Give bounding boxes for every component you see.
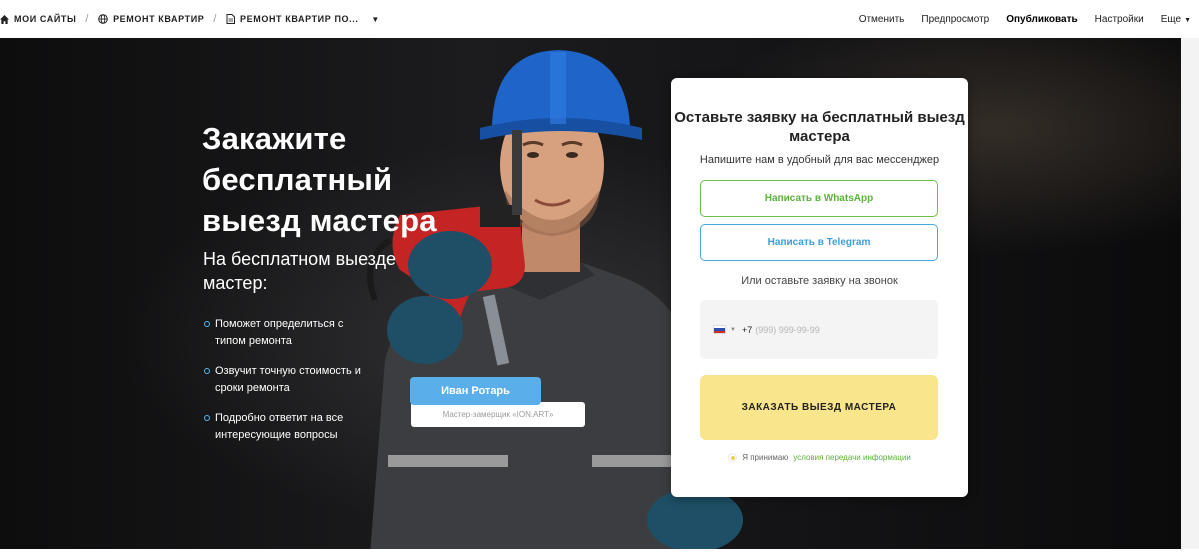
home-icon [0, 14, 9, 24]
list-item: Озвучит точную стоимость и сроки ремонта [204, 363, 374, 397]
breadcrumb-separator: / [213, 13, 218, 25]
breadcrumb-item-my-sites[interactable]: МОИ САЙТЫ [0, 14, 76, 24]
breadcrumb-separator: / [85, 13, 90, 25]
page-icon [226, 14, 236, 24]
chevron-down-icon[interactable]: ▼ [730, 327, 736, 333]
editor-actions: Отменить Предпросмотр Опубликовать Настр… [859, 14, 1191, 25]
globe-icon [98, 14, 108, 24]
breadcrumb-label: МОИ САЙТЫ [14, 14, 77, 24]
consent-text: Я принимаю [742, 453, 789, 462]
bullet-icon [204, 415, 210, 421]
editor-topbar: МОИ САЙТЫ / РЕМОНТ КВАРТИР / РЕМОНТ КВАР… [0, 0, 1199, 38]
breadcrumb-item-page[interactable]: РЕМОНТ КВАРТИР ПО... ▼ [226, 14, 380, 24]
whatsapp-button[interactable]: Написать в WhatsApp [700, 180, 938, 217]
form-subtitle: Напишите нам в удобный для вас мессендже… [699, 154, 940, 166]
order-master-button[interactable]: ЗАКАЗАТЬ ВЫЕЗД МАСТЕРА [700, 375, 938, 440]
cancel-button[interactable]: Отменить [859, 14, 905, 25]
russia-flag-icon[interactable] [713, 325, 726, 334]
telegram-button[interactable]: Написать в Telegram [700, 224, 938, 261]
preview-button[interactable]: Предпросмотр [921, 14, 989, 25]
breadcrumb-label: РЕМОНТ КВАРТИР [113, 14, 205, 24]
form-title: Оставьте заявку на бесплатный выезд маст… [674, 109, 965, 145]
chevron-down-icon[interactable]: ▼ [371, 15, 380, 24]
breadcrumb: МОИ САЙТЫ / РЕМОНТ КВАРТИР / РЕМОНТ КВАР… [0, 0, 380, 38]
call-request-label: Или оставьте заявку на звонок [741, 275, 898, 287]
hero-subtitle: На бесплатном выезде мастер: [203, 249, 397, 293]
list-item: Поможет определиться с типом ремонта [204, 316, 374, 350]
chevron-down-icon: ▼ [1184, 16, 1191, 24]
bullet-text: Поможет определиться с типом ремонта [215, 318, 344, 347]
hero-title: Закажите бесплатный выезд мастера [202, 121, 437, 238]
settings-button[interactable]: Настройки [1095, 14, 1144, 25]
phone-field[interactable]: ▼ +7 [700, 300, 938, 359]
master-role-label: Мастер-замерщик «ION.ART» [411, 402, 585, 427]
consent-radio[interactable] [728, 453, 738, 462]
publish-button[interactable]: Опубликовать [1006, 14, 1077, 25]
phone-country-code: +7 [741, 324, 753, 335]
editor-right-gutter [1181, 38, 1199, 555]
bullet-text: Озвучит точную стоимость и сроки ремонта [215, 365, 361, 394]
benefits-list: Поможет определиться с типом ремонта Озв… [204, 316, 374, 457]
master-name-badge: Иван Ротарь [410, 377, 541, 405]
bullet-icon [204, 368, 210, 374]
breadcrumb-item-site[interactable]: РЕМОНТ КВАРТИР [98, 14, 204, 24]
list-item: Подробно ответит на все интересующие воп… [204, 410, 374, 444]
phone-input[interactable] [755, 324, 906, 335]
more-label: Еще [1160, 13, 1182, 25]
consent-row: Я принимаю условия передачи информации [671, 453, 968, 462]
hero-section: Закажите бесплатный выезд мастера На бес… [0, 38, 1181, 549]
consent-terms-link[interactable]: условия передачи информации [793, 453, 911, 462]
more-menu-button[interactable]: Еще ▼ [1161, 14, 1191, 25]
bullet-icon [204, 321, 210, 327]
bullet-text: Подробно ответит на все интересующие воп… [215, 412, 344, 441]
editor-bottom-gutter [0, 549, 1199, 555]
breadcrumb-label: РЕМОНТ КВАРТИР ПО... [240, 14, 359, 24]
request-form-card: Оставьте заявку на бесплатный выезд маст… [671, 78, 968, 497]
